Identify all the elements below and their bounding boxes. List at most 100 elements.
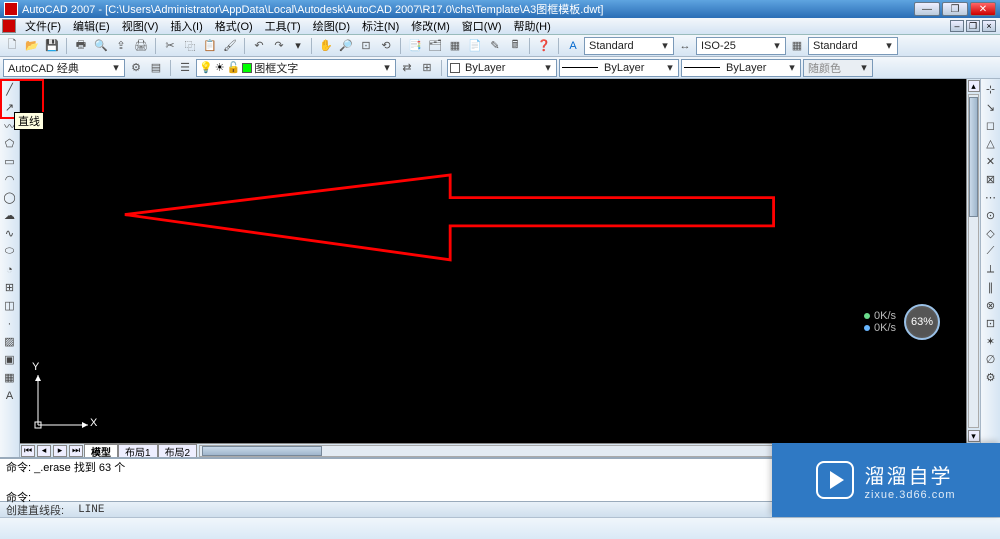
cpu-percent[interactable]: 63% (904, 304, 940, 340)
zoom-win-icon[interactable]: ⊡ (357, 37, 375, 55)
appint-icon[interactable]: ⊠ (982, 171, 999, 188)
preview-icon[interactable]: 🔍 (92, 37, 110, 55)
make-block-icon[interactable]: ◫ (1, 297, 18, 314)
help-icon[interactable]: ❓ (535, 37, 553, 55)
save-icon[interactable]: 💾 (43, 37, 61, 55)
tablestyle-icon[interactable]: ▦ (788, 37, 806, 55)
nearest-icon[interactable]: ✶ (982, 333, 999, 350)
linetype-combo[interactable]: ByLayer▾ (559, 59, 679, 77)
color-combo[interactable]: ByLayer▾ (447, 59, 557, 77)
menu-insert[interactable]: 插入(I) (165, 17, 207, 35)
osnap-settings-icon[interactable]: ⚙ (982, 369, 999, 386)
revcloud-icon[interactable]: ☁ (1, 207, 18, 224)
intersection-icon[interactable]: ✕ (982, 153, 999, 170)
tangent-icon[interactable]: ⟋ (982, 243, 999, 260)
new-icon[interactable]: 🗋 (3, 37, 21, 55)
extension-icon[interactable]: ⋯ (982, 189, 999, 206)
ellipse-icon[interactable]: ⬭ (1, 243, 18, 260)
region-icon[interactable]: ▣ (1, 351, 18, 368)
cut-icon[interactable]: ✂ (161, 37, 179, 55)
textstyle-combo[interactable]: Standard▾ (584, 37, 674, 55)
arc-icon[interactable]: ◠ (1, 171, 18, 188)
tab-model[interactable]: 模型 (84, 444, 118, 457)
polygon-icon[interactable]: ⬠ (1, 135, 18, 152)
layerprops-icon[interactable]: ☰ (176, 59, 194, 77)
layer-combo[interactable]: 💡 ☀ 🔓 图框文字▾ (196, 59, 396, 77)
calc-icon[interactable]: 🖩 (506, 37, 524, 55)
zoom-prev-icon[interactable]: ⟲ (377, 37, 395, 55)
from-icon[interactable]: ↘ (982, 99, 999, 116)
mdi-close[interactable]: × (982, 20, 996, 32)
undo-icon[interactable]: ↶ (250, 37, 268, 55)
undo-dropdown[interactable]: ▾ (290, 37, 306, 55)
maximize-button[interactable]: ❐ (942, 2, 968, 16)
menu-dim[interactable]: 标注(N) (357, 17, 404, 35)
menu-file[interactable]: 文件(F) (20, 17, 66, 35)
tab-layout1[interactable]: 布局1 (118, 444, 158, 457)
point-icon[interactable]: · (1, 315, 18, 332)
insert-block-icon[interactable]: ⊞ (1, 279, 18, 296)
mtext-icon[interactable]: A (1, 387, 18, 404)
ws-save-icon[interactable]: ▤ (147, 59, 165, 77)
doc-icon[interactable] (2, 19, 16, 33)
print-icon[interactable]: 🖶 (72, 37, 90, 55)
tab-nav-prev[interactable]: ◂ (37, 445, 51, 457)
temp-track-icon[interactable]: ⊹ (982, 81, 999, 98)
close-button[interactable]: ✕ (970, 2, 996, 16)
line-icon[interactable]: ╱ (1, 81, 18, 98)
spline-icon[interactable]: ∿ (1, 225, 18, 242)
hatch-icon[interactable]: ▨ (1, 333, 18, 350)
mdi-minimize[interactable]: – (950, 20, 964, 32)
layer-prev-icon[interactable]: ⇄ (398, 59, 416, 77)
table-icon[interactable]: ▦ (1, 369, 18, 386)
menu-modify[interactable]: 修改(M) (406, 17, 455, 35)
layer-state-icon[interactable]: ⊞ (418, 59, 436, 77)
menu-help[interactable]: 帮助(H) (509, 17, 556, 35)
pan-icon[interactable]: ✋ (317, 37, 335, 55)
ellipse-arc-icon[interactable]: ◔ (1, 261, 18, 278)
menu-edit[interactable]: 编辑(E) (68, 17, 115, 35)
mdi-restore[interactable]: ❐ (966, 20, 980, 32)
zoom-rt-icon[interactable]: 🔎 (337, 37, 355, 55)
insert-icon[interactable]: ⊡ (982, 315, 999, 332)
workspace-combo[interactable]: AutoCAD 经典▾ (3, 59, 125, 77)
sheet-icon[interactable]: 📄 (466, 37, 484, 55)
scroll-thumb-h[interactable] (202, 446, 322, 456)
scroll-thumb-v[interactable] (969, 97, 978, 217)
endpoint-icon[interactable]: ◻ (982, 117, 999, 134)
tablestyle-combo[interactable]: Standard▾ (808, 37, 898, 55)
menu-tools[interactable]: 工具(T) (260, 17, 306, 35)
dimstyle-combo[interactable]: ISO-25▾ (696, 37, 786, 55)
dcenter-icon[interactable]: 🗂 (426, 37, 444, 55)
menu-format[interactable]: 格式(O) (210, 17, 258, 35)
redo-icon[interactable]: ↷ (270, 37, 288, 55)
model-canvas[interactable]: X Y 0K/s 0K/s 63% (20, 79, 966, 443)
vertical-scrollbar[interactable]: ▴ ▾ (966, 79, 980, 443)
plot-icon[interactable]: 🖨 (132, 37, 150, 55)
open-icon[interactable]: 📂 (23, 37, 41, 55)
node-icon[interactable]: ⊗ (982, 297, 999, 314)
menu-window[interactable]: 窗口(W) (457, 17, 507, 35)
ws-settings-icon[interactable]: ⚙ (127, 59, 145, 77)
tab-nav-next[interactable]: ▸ (53, 445, 67, 457)
markup-icon[interactable]: ✎ (486, 37, 504, 55)
perp-icon[interactable]: ⟂ (982, 261, 999, 278)
tab-nav-first[interactable]: ⏮ (21, 445, 35, 457)
minimize-button[interactable]: — (914, 2, 940, 16)
copy-icon[interactable]: ⿻ (181, 37, 199, 55)
tab-layout2[interactable]: 布局2 (158, 444, 198, 457)
tab-nav-last[interactable]: ⏭ (69, 445, 83, 457)
quadrant-icon[interactable]: ◇ (982, 225, 999, 242)
dimstyle-icon[interactable]: ↔ (676, 37, 694, 55)
parallel-icon[interactable]: ∥ (982, 279, 999, 296)
plotstyle-combo[interactable]: 随颜色▾ (803, 59, 873, 77)
match-icon[interactable]: 🖌 (221, 37, 239, 55)
scroll-down-icon[interactable]: ▾ (968, 430, 980, 442)
tpalette-icon[interactable]: ▦ (446, 37, 464, 55)
none-icon[interactable]: ∅ (982, 351, 999, 368)
rectangle-icon[interactable]: ▭ (1, 153, 18, 170)
props-icon[interactable]: 📑 (406, 37, 424, 55)
publish-icon[interactable]: ⇪ (112, 37, 130, 55)
paste-icon[interactable]: 📋 (201, 37, 219, 55)
center-icon[interactable]: ⊙ (982, 207, 999, 224)
